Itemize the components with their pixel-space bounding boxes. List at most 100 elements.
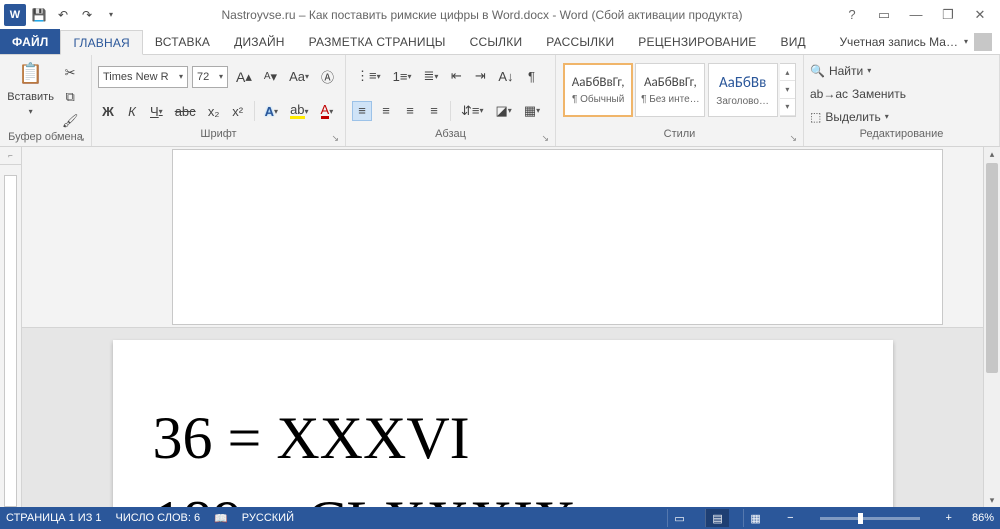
document-canvas[interactable]: 36 = XXXVI 189 = CLXXXIX xyxy=(22,328,983,508)
group-paragraph-label: Абзац xyxy=(435,128,466,140)
clear-formatting-button[interactable]: Ⓐ xyxy=(317,67,338,87)
document-line-1[interactable]: 36 = XXXVI xyxy=(153,396,853,480)
page[interactable]: 36 = XXXVI 189 = CLXXXIX xyxy=(113,340,893,508)
superscript-button[interactable]: x² xyxy=(228,101,248,121)
ruler-corner[interactable]: ⌐ xyxy=(0,147,22,165)
styles-launcher[interactable]: ↘ xyxy=(789,133,797,144)
strike-button[interactable]: abc xyxy=(171,101,200,121)
font-launcher[interactable]: ↘ xyxy=(331,133,339,144)
zoom-level[interactable]: 86% xyxy=(972,512,994,524)
align-center-button[interactable]: ≡ xyxy=(376,101,396,121)
select-button[interactable]: ⬚ Выделить ▾ xyxy=(810,110,993,124)
clipboard-icon: 📋 xyxy=(16,59,46,87)
font-size-combo[interactable]: 72▾ xyxy=(192,66,228,88)
qat-customize[interactable]: ▾ xyxy=(100,4,122,26)
find-button[interactable]: 🔍 Найти ▾ xyxy=(810,64,993,78)
scroll-thumb[interactable] xyxy=(986,163,998,373)
scroll-down-arrow[interactable]: ▾ xyxy=(984,493,1000,507)
sort-button[interactable]: А↓ xyxy=(494,66,517,86)
shading-button[interactable]: ◪▾ xyxy=(492,101,516,121)
style-normal[interactable]: АаБбВвГг, ¶ Обычный xyxy=(563,63,633,117)
scroll-up-arrow[interactable]: ▴ xyxy=(984,147,1000,161)
view-read-mode[interactable]: ▭ xyxy=(667,509,691,527)
group-editing: 🔍 Найти ▾ ab→ac Заменить ⬚ Выделить ▾ Ре… xyxy=(804,55,1000,146)
tab-references[interactable]: ССЫЛКИ xyxy=(458,29,535,54)
tab-mailings[interactable]: РАССЫЛКИ xyxy=(534,29,626,54)
save-button[interactable]: 💾 xyxy=(28,4,50,26)
group-styles-label: Стили xyxy=(664,128,696,140)
zoom-in-button[interactable]: + xyxy=(940,512,958,524)
zoom-slider-knob[interactable] xyxy=(858,513,863,524)
highlight-button[interactable]: ab▾ xyxy=(286,101,312,121)
view-print-layout[interactable]: ▤ xyxy=(705,509,729,527)
underline-button[interactable]: Ч▾ xyxy=(146,101,167,121)
tab-view[interactable]: ВИД xyxy=(769,29,818,54)
grow-font-button[interactable]: A▴ xyxy=(232,67,256,87)
tab-home[interactable]: ГЛАВНАЯ xyxy=(60,30,142,55)
zoom-out-button[interactable]: − xyxy=(781,512,799,524)
indent-button[interactable]: ⇥ xyxy=(470,66,490,86)
title-bar: W 💾 ↶ ↷ ▾ Nastroyvse.ru – Как поставить … xyxy=(0,0,1000,29)
tab-design[interactable]: ДИЗАЙН xyxy=(222,29,297,54)
style-no-spacing[interactable]: АаБбВвГг, ¶ Без инте… xyxy=(635,63,705,117)
undo-button[interactable]: ↶ xyxy=(52,4,74,26)
ribbon: 📋 Вставить ▾ ✂ ⧉ 🖌 Буфер обмена↘ Times N… xyxy=(0,55,1000,147)
document-line-2[interactable]: 189 = CLXXXIX xyxy=(153,480,853,508)
copy-button[interactable]: ⧉ xyxy=(58,87,83,107)
cut-button[interactable]: ✂ xyxy=(58,63,83,83)
show-marks-button[interactable]: ¶ xyxy=(522,66,542,86)
numbering-button[interactable]: 1≡▾ xyxy=(389,66,416,86)
bullets-button[interactable]: ⋮≡▾ xyxy=(352,66,385,86)
tab-file[interactable]: ФАЙЛ xyxy=(0,29,60,54)
status-bar: СТРАНИЦА 1 ИЗ 1 ЧИСЛО СЛОВ: 6 📖 РУССКИЙ … xyxy=(0,507,1000,529)
styles-gallery-expand[interactable]: ▾ xyxy=(780,99,795,116)
bold-button[interactable]: Ж xyxy=(98,101,118,121)
tab-insert[interactable]: ВСТАВКА xyxy=(143,29,222,54)
tab-page-layout[interactable]: РАЗМЕТКА СТРАНИЦЫ xyxy=(297,29,458,54)
account-label: Учетная запись Ма… xyxy=(839,35,958,49)
paragraph-launcher[interactable]: ↘ xyxy=(541,133,549,144)
outdent-button[interactable]: ⇤ xyxy=(446,66,466,86)
quick-access-toolbar: W 💾 ↶ ↷ ▾ xyxy=(0,4,126,26)
group-clipboard: 📋 Вставить ▾ ✂ ⧉ 🖌 Буфер обмена↘ xyxy=(0,55,92,146)
align-right-button[interactable]: ≡ xyxy=(400,101,420,121)
vertical-scrollbar[interactable]: ▴ ▾ xyxy=(983,147,1000,507)
replace-button[interactable]: ab→ac Заменить xyxy=(810,87,993,101)
ruler-vertical[interactable] xyxy=(0,165,22,507)
zoom-slider[interactable] xyxy=(820,517,920,520)
subscript-button[interactable]: x₂ xyxy=(204,101,224,121)
minimize-button[interactable]: — xyxy=(902,5,930,25)
multilevel-button[interactable]: ≣▾ xyxy=(419,66,442,86)
status-page[interactable]: СТРАНИЦА 1 ИЗ 1 xyxy=(6,512,102,524)
close-button[interactable]: ✕ xyxy=(966,5,994,25)
status-proofing-icon[interactable]: 📖 xyxy=(214,512,228,525)
view-web-layout[interactable]: ▦ xyxy=(743,509,767,527)
status-language[interactable]: РУССКИЙ xyxy=(242,512,294,524)
font-name-combo[interactable]: Times New R▾ xyxy=(98,66,188,88)
styles-scroll-down[interactable]: ▾ xyxy=(780,81,795,98)
styles-scroll-up[interactable]: ▴ xyxy=(780,64,795,81)
account-area[interactable]: Учетная запись Ма… ▾ xyxy=(839,29,1000,54)
text-effects-button[interactable]: A▾ xyxy=(261,101,282,121)
paste-button[interactable]: 📋 Вставить ▾ xyxy=(9,59,53,116)
avatar-icon xyxy=(974,33,992,51)
clipboard-launcher[interactable]: ↘ xyxy=(77,133,85,144)
maximize-button[interactable]: ❐ xyxy=(934,5,962,25)
align-justify-button[interactable]: ≡ xyxy=(424,101,444,121)
redo-button[interactable]: ↷ xyxy=(76,4,98,26)
ruler-horizontal[interactable] xyxy=(22,147,983,328)
styles-gallery-scroll[interactable]: ▴ ▾ ▾ xyxy=(780,63,796,117)
format-painter-button[interactable]: 🖌 xyxy=(58,111,83,131)
line-spacing-button[interactable]: ⇵≡▾ xyxy=(457,101,488,121)
borders-button[interactable]: ▦▾ xyxy=(520,101,544,121)
align-left-button[interactable]: ≡ xyxy=(352,101,372,121)
tab-review[interactable]: РЕЦЕНЗИРОВАНИЕ xyxy=(626,29,768,54)
change-case-button[interactable]: Aa▾ xyxy=(285,67,313,87)
font-color-button[interactable]: A▾ xyxy=(317,101,338,121)
help-button[interactable]: ? xyxy=(838,5,866,25)
italic-button[interactable]: К xyxy=(122,101,142,121)
style-heading1[interactable]: АаБбВв Заголово… xyxy=(708,63,778,117)
status-words[interactable]: ЧИСЛО СЛОВ: 6 xyxy=(116,512,201,524)
ribbon-display-options[interactable]: ▭ xyxy=(870,5,898,25)
shrink-font-button[interactable]: A▾ xyxy=(260,67,281,87)
